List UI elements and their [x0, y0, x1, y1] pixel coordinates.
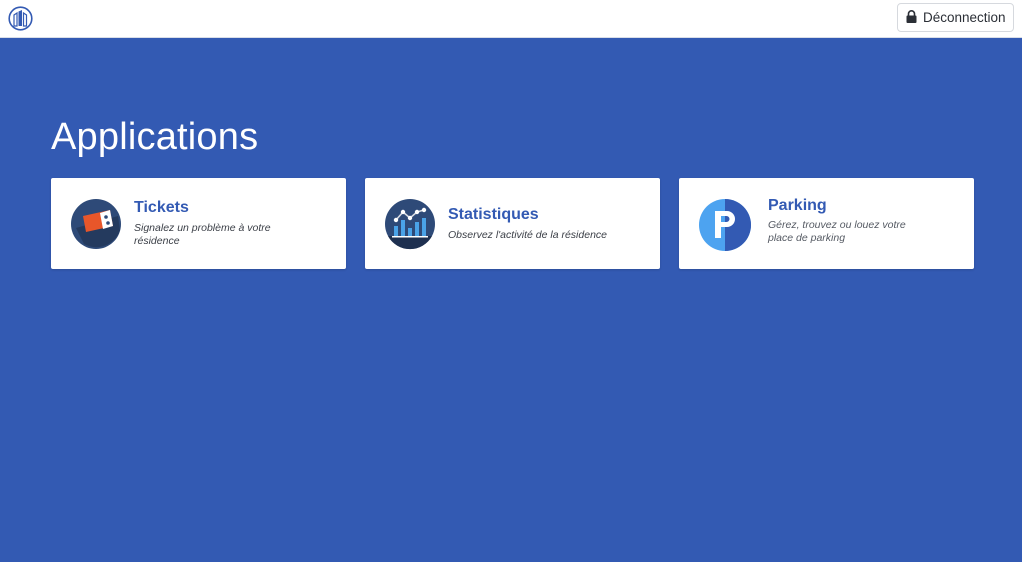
card-title: Parking — [768, 197, 827, 214]
statistics-chart-icon — [384, 198, 436, 250]
card-description: Observez l'activité de la résidence — [448, 228, 607, 241]
card-title: Statistiques — [448, 205, 539, 223]
top-navbar: Déconnection — [0, 0, 1022, 38]
ticket-icon — [70, 198, 122, 250]
parking-icon — [698, 198, 751, 251]
card-title: Tickets — [134, 199, 189, 216]
applications-list: Tickets Signalez un problème à votre rés… — [51, 178, 974, 269]
logout-button[interactable]: Déconnection — [897, 3, 1014, 32]
page-title: Applications — [51, 116, 259, 158]
building-logo-icon[interactable] — [8, 6, 33, 31]
lock-icon — [906, 9, 917, 26]
app-card-parking[interactable]: Parking Gérez, trouvez ou louez votre pl… — [679, 178, 974, 269]
app-card-statistiques[interactable]: Statistiques Observez l'activité de la r… — [365, 178, 660, 269]
card-description: Signalez un problème à votre résidence — [134, 222, 271, 247]
logout-label: Déconnection — [923, 10, 1006, 25]
app-card-tickets[interactable]: Tickets Signalez un problème à votre rés… — [51, 178, 346, 269]
card-description: Gérez, trouvez ou louez votre place de p… — [768, 219, 906, 244]
main-content: Applications Tickets Signalez un problèm… — [0, 38, 1022, 562]
